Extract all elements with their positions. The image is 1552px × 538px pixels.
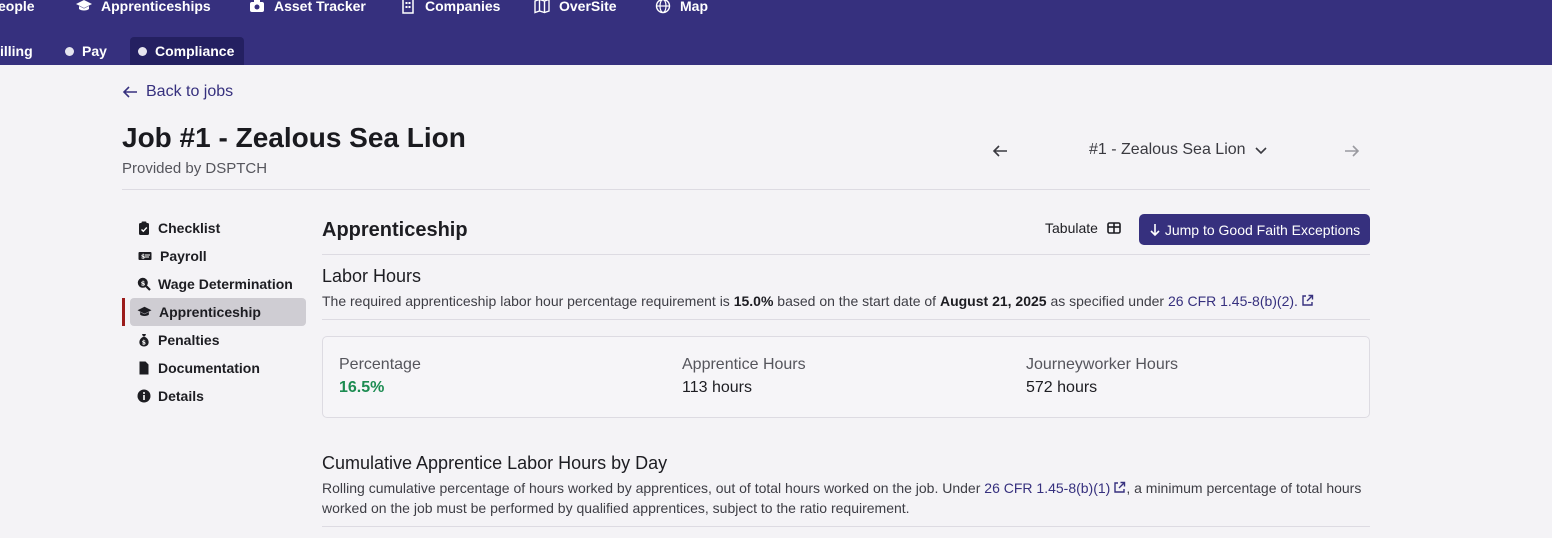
sidebar-item-label: Wage Determination [158,276,293,292]
cumulative-hours-description: Rolling cumulative percentage of hours w… [322,478,1374,518]
nav-item-label: Apprenticeships [101,0,211,14]
desc-text: based on the start date of [777,293,937,309]
svg-text:$: $ [141,254,145,261]
stat-journeyworker-hours: Journeyworker Hours 572 hours [1026,356,1178,397]
back-link-label: Back to jobs [146,83,234,100]
svg-text:$: $ [142,340,146,347]
cfr-link-b1[interactable]: 26 CFR 1.45-8(b)(1) [984,480,1126,496]
map-fold-icon [534,0,550,14]
external-link-icon [1302,294,1314,306]
tabulate-button[interactable]: Tabulate [1045,220,1121,236]
building-icon [402,0,414,14]
nav-item-label: Asset Tracker [274,0,366,14]
subnav-item-pay[interactable]: Pay [57,37,115,65]
desc-text: Rolling cumulative percentage of hours w… [322,480,981,496]
stat-percentage: Percentage 16.5% [339,356,421,397]
stat-value: 113 hours [682,379,752,396]
clipboard-check-icon [139,221,149,235]
back-to-jobs-link[interactable]: Back to jobs [122,83,233,101]
section-title: Apprenticeship [322,219,468,241]
graduation-cap-icon [137,306,152,316]
svg-text:$: $ [141,279,146,287]
subnav-item-label: Pay [82,43,107,59]
header-divider [122,189,1370,190]
jump-button-label: Jump to Good Faith Exceptions [1164,221,1361,238]
nav-item-label: eople [0,0,35,14]
camera-icon [250,0,264,12]
page-title: Job #1 - Zealous Sea Lion [122,122,466,153]
stat-value: 16.5% [339,379,385,396]
sidebar-item-label: Apprenticeship [159,304,261,320]
sidebar-item-label: Details [158,388,204,404]
labor-hours-description: The required apprenticeship labor hour p… [322,291,1382,311]
nav-item-people[interactable]: eople [0,0,35,14]
sidebar-item-label: Checklist [158,220,221,236]
stat-apprentice-hours: Apprentice Hours 113 hours [682,356,806,397]
cumulative-hours-title: Cumulative Apprentice Labor Hours by Day [322,453,668,473]
nav-item-asset-tracker[interactable]: Asset Tracker [249,0,366,14]
subnav-item-billing[interactable]: illing [0,37,41,65]
file-icon [139,361,149,375]
money-bag-icon: $ [139,334,149,347]
dot-icon [138,46,147,56]
arrow-left-icon [122,86,137,98]
nav-item-label: Map [680,0,708,14]
desc-text: as specified under [1050,293,1165,309]
sidebar-item-label: Payroll [160,248,207,264]
job-provider: Provided by DSPTCH [122,160,268,177]
tabulate-label: Tabulate [1045,220,1098,236]
arrow-down-icon [1150,223,1160,236]
jump-to-good-faith-exceptions-button[interactable]: Jump to Good Faith Exceptions [1139,214,1370,245]
subnav-item-compliance[interactable]: Compliance [130,37,244,65]
table-icon [1107,222,1121,234]
subnav-item-label: illing [0,43,33,59]
stat-value: 572 hours [1026,379,1098,396]
subnav-item-label: Compliance [155,43,235,59]
nav-item-label: OverSite [559,0,617,14]
previous-job-arrow-icon[interactable] [990,141,1010,161]
next-job-arrow-icon[interactable] [1342,141,1362,161]
dot-icon [65,46,74,56]
labor-hours-title: Labor Hours [322,266,422,286]
sidebar-item-label: Penalties [158,332,220,348]
cumulative-divider [322,526,1370,527]
sidebar-item-apprenticeship[interactable]: Apprenticeship [130,298,306,326]
money-check-icon: $ [138,252,152,261]
active-item-indicator [122,298,125,326]
globe-icon [655,0,671,14]
job-selector-dropdown[interactable]: #1 - Zealous Sea Lion [1089,141,1268,159]
external-link-icon [1114,481,1126,493]
stat-label: Percentage [339,356,421,373]
sidebar-item-wage-determination[interactable]: $ Wage Determination [130,270,306,298]
cfr-link-label: 26 CFR 1.45-8(b)(2). [1168,293,1298,309]
sidebar-item-details[interactable]: Details [130,382,306,410]
section-divider [322,254,1370,255]
nav-item-label: Companies [425,0,501,14]
job-selector-value: #1 - Zealous Sea Lion [1089,141,1246,158]
stat-label: Apprentice Hours [682,356,806,373]
sidebar-item-documentation[interactable]: Documentation [130,354,306,382]
top-navigation-bar: eople Apprenticeships Asset Tracker Comp… [0,0,1552,65]
sidebar-item-payroll[interactable]: $ Payroll [130,242,306,270]
required-percentage: 15.0% [733,293,774,309]
nav-item-oversite[interactable]: OverSite [534,0,617,14]
chevron-down-icon [1254,147,1267,155]
nav-item-apprenticeships[interactable]: Apprenticeships [76,0,211,14]
sidebar-item-checklist[interactable]: Checklist [130,214,306,242]
start-date: August 21, 2025 [939,293,1047,309]
cfr-link-label: 26 CFR 1.45-8(b)(1) [984,480,1111,496]
stat-label: Journeyworker Hours [1026,356,1179,373]
cfr-link-b2[interactable]: 26 CFR 1.45-8(b)(2). [1168,293,1314,309]
sidebar-item-label: Documentation [158,360,260,376]
info-circle-icon [137,389,151,403]
nav-item-map[interactable]: Map [655,0,708,14]
graduation-cap-icon [76,0,92,11]
labor-hours-stats-card: Percentage 16.5% Apprentice Hours 113 ho… [322,336,1370,418]
sidebar-item-penalties[interactable]: $ Penalties [130,326,306,354]
nav-item-companies[interactable]: Companies [400,0,500,14]
desc-text: The required apprenticeship labor hour p… [322,293,730,309]
labor-hours-divider [322,319,1370,320]
magnifier-dollar-icon: $ [137,277,151,291]
